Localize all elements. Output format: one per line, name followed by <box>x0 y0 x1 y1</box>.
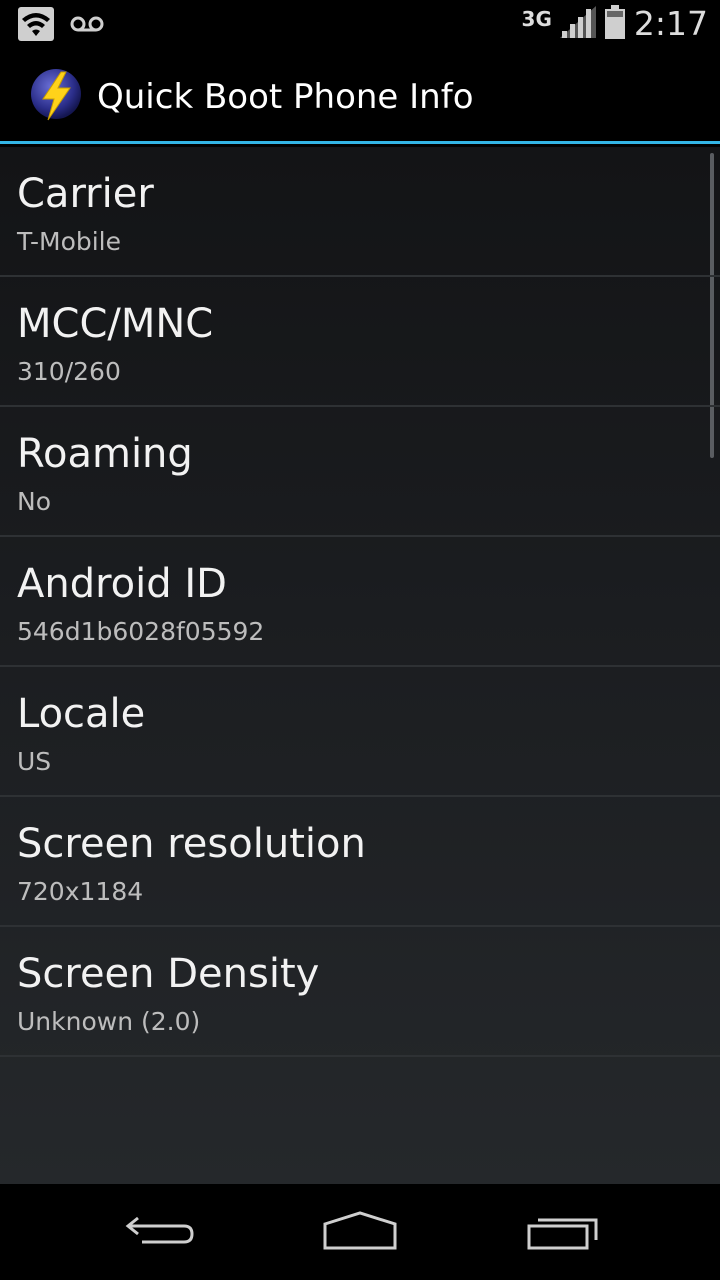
row-label: Roaming <box>17 431 193 477</box>
home-icon[interactable] <box>322 1210 398 1256</box>
list-item-screen-density[interactable]: Screen Density Unknown (2.0) <box>0 927 720 1057</box>
voicemail-icon <box>70 14 104 38</box>
list-item-mcc-mnc[interactable]: MCC/MNC 310/260 <box>0 277 720 407</box>
row-label: Screen Density <box>17 951 320 997</box>
wifi-icon <box>18 7 54 45</box>
list-item-screen-resolution[interactable]: Screen resolution 720x1184 <box>0 797 720 927</box>
row-label: Screen resolution <box>17 821 366 867</box>
row-value: No <box>17 487 51 516</box>
row-value: T-Mobile <box>17 227 122 256</box>
navigation-bar <box>0 1184 720 1280</box>
signal-icon <box>559 5 596 42</box>
page-title: Quick Boot Phone Info <box>97 77 474 117</box>
status-bar: 3G 2:17 <box>0 0 720 50</box>
row-label: Locale <box>17 691 146 737</box>
list-item-roaming[interactable]: Roaming No <box>0 407 720 537</box>
info-list[interactable]: Carrier T-Mobile MCC/MNC 310/260 Roaming… <box>0 147 720 1184</box>
row-value: 720x1184 <box>17 877 144 906</box>
network-type-label: 3G <box>521 6 552 31</box>
row-value: US <box>17 747 52 776</box>
action-bar: Quick Boot Phone Info <box>0 50 720 144</box>
row-label: MCC/MNC <box>17 301 214 347</box>
row-value: 546d1b6028f05592 <box>17 617 265 646</box>
row-label: Carrier <box>17 171 154 217</box>
row-value: Unknown (2.0) <box>17 1007 201 1036</box>
row-label: Android ID <box>17 561 227 607</box>
lightning-bolt-icon[interactable] <box>30 68 86 124</box>
recents-icon[interactable] <box>526 1210 600 1256</box>
list-item-android-id[interactable]: Android ID 546d1b6028f05592 <box>0 537 720 667</box>
list-item-locale[interactable]: Locale US <box>0 667 720 797</box>
back-icon[interactable] <box>124 1210 196 1254</box>
battery-icon <box>604 4 626 43</box>
clock: 2:17 <box>633 4 708 43</box>
list-item-carrier[interactable]: Carrier T-Mobile <box>0 147 720 277</box>
row-value: 310/260 <box>17 357 121 386</box>
